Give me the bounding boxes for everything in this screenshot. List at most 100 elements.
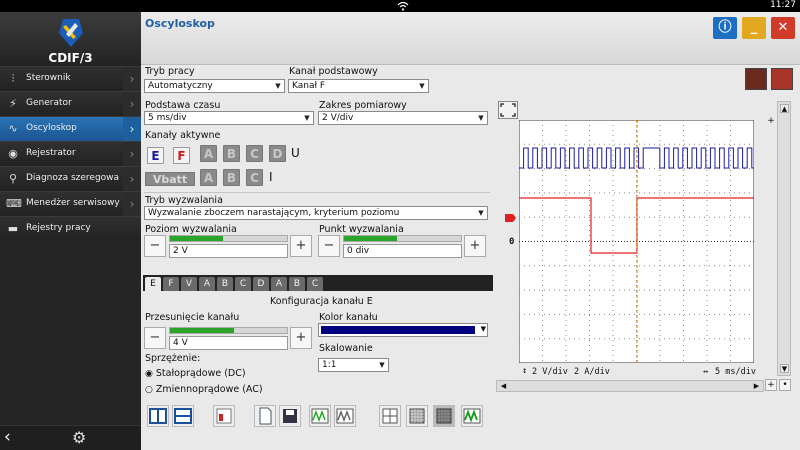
vbatt-toggle[interactable]: Vbatt	[145, 172, 195, 186]
logo-icon	[59, 19, 83, 47]
divider	[144, 192, 490, 193]
waveform-view-button[interactable]	[461, 405, 483, 427]
channel-b-toggle[interactable]: B	[223, 145, 240, 162]
range-select[interactable]: 2 V/div ▼	[318, 111, 488, 125]
scroll-down-icon[interactable]: ▼	[780, 364, 789, 373]
coupling-dc-radio[interactable]: ◉ Stałoprądowe (DC)	[145, 368, 246, 379]
keyboard-icon: ⌨	[6, 197, 22, 210]
trigger-point-plus-button[interactable]: +	[464, 235, 486, 257]
close-button[interactable]: ✕	[771, 17, 795, 39]
grid-fine-button[interactable]	[406, 405, 428, 427]
active-color-swatch[interactable]	[771, 68, 793, 90]
layout-split-h-button[interactable]	[172, 405, 194, 427]
layout-split-v-button[interactable]	[147, 405, 169, 427]
trigger-point-slider[interactable]	[343, 235, 462, 242]
channel-a-toggle[interactable]: A	[200, 145, 217, 162]
slider-fill	[170, 328, 235, 333]
radio-selected-icon: ◉	[145, 369, 153, 379]
color-select[interactable]: ▼	[318, 323, 488, 337]
info-button[interactable]: ⓘ	[713, 17, 737, 39]
voltage-group-label: U	[291, 146, 300, 160]
tab-v[interactable]: V	[181, 277, 197, 291]
chevron-right-icon: ›	[123, 67, 141, 91]
offset-slider[interactable]	[169, 327, 288, 334]
grid-dense-button[interactable]	[433, 405, 455, 427]
sidebar-item-menedzer[interactable]: ⌨ Menedżer serwisowy ›	[0, 191, 141, 216]
scroll-left-icon[interactable]: ◀	[499, 382, 508, 390]
current-b-toggle[interactable]: B	[223, 169, 240, 186]
chevron-down-icon: ▼	[419, 82, 425, 90]
split-vertical-icon	[149, 408, 167, 424]
sidebar-item-label: Rejestry pracy	[26, 223, 91, 233]
trigger-mode-select[interactable]: Wyzwalanie zboczem narastającym, kryteri…	[144, 206, 488, 220]
offset-plus-button[interactable]: +	[290, 327, 312, 349]
chevron-right-icon: ›	[123, 142, 141, 166]
open-waveform-button[interactable]	[309, 405, 331, 427]
trigger-level-plus-button[interactable]: +	[290, 235, 312, 257]
base-channel-select[interactable]: Kanał F ▼	[288, 79, 429, 93]
zoom-reset-button[interactable]: •	[779, 379, 791, 391]
grid-dense-icon	[436, 408, 452, 424]
scroll-right-icon[interactable]: ▶	[752, 382, 761, 390]
tab-current-a[interactable]: A	[271, 277, 287, 291]
sidebar-item-diagnoza[interactable]: ⚲ Diagnoza szeregowa ›	[0, 166, 141, 191]
scope-scrollbar-vertical[interactable]: ▲ ▼	[777, 101, 791, 376]
channel-d-toggle[interactable]: D	[269, 145, 286, 162]
save-icon	[283, 409, 297, 423]
sliders-icon: ⫶	[11, 72, 15, 85]
chevron-down-icon: ▼	[275, 82, 281, 90]
grid-icon	[382, 408, 398, 424]
sidebar-item-rejestry[interactable]: ▬ Rejestry pracy	[0, 216, 141, 241]
scroll-up-icon[interactable]: ▲	[780, 104, 789, 113]
readout-amps: 2 A/div	[574, 367, 610, 377]
trigger-level-marker-icon[interactable]	[505, 213, 517, 223]
timebase-select[interactable]: 5 ms/div ▼	[144, 111, 314, 125]
channel-c-toggle[interactable]: C	[246, 145, 263, 162]
offset-minus-button[interactable]: −	[144, 327, 166, 349]
back-icon[interactable]: ‹	[4, 427, 11, 447]
tab-d[interactable]: D	[253, 277, 269, 291]
slider-fill	[170, 236, 223, 241]
coupling-ac-radio[interactable]: ○ Zmiennoprądowe (AC)	[145, 384, 263, 395]
sidebar-item-generator[interactable]: ⚡ Generator ›	[0, 91, 141, 116]
tab-c[interactable]: C	[235, 277, 251, 291]
probe-icon: ⚲	[8, 172, 18, 185]
sidebar-item-oscyloskop[interactable]: ∿ Oscyloskop ›	[0, 116, 141, 141]
chevron-right-icon: ›	[123, 167, 141, 191]
mode-value: Automatyczny	[148, 81, 213, 91]
minimize-button[interactable]: _	[742, 17, 766, 39]
tab-current-b[interactable]: B	[289, 277, 305, 291]
tab-a[interactable]: A	[199, 277, 215, 291]
sidebar-item-rejestrator[interactable]: ◉ Rejestrator ›	[0, 141, 141, 166]
scope-scrollbar-horizontal[interactable]: ◀ ▶	[496, 380, 764, 392]
current-a-toggle[interactable]: A	[200, 169, 217, 186]
save-button[interactable]	[279, 405, 301, 427]
channel-e-toggle[interactable]: E	[147, 147, 164, 164]
mode-select[interactable]: Automatyczny ▼	[144, 79, 285, 93]
zoom-in-button[interactable]: +	[765, 379, 777, 391]
trend-button[interactable]	[213, 405, 235, 427]
record-color-swatch[interactable]	[745, 68, 767, 90]
channel-f-toggle[interactable]: F	[173, 147, 190, 164]
settings-gear-icon[interactable]: ⚙	[72, 428, 86, 448]
sidebar-item-sterownik[interactable]: ⫶ Sterownik ›	[0, 66, 141, 91]
trigger-level-minus-button[interactable]: −	[144, 235, 166, 257]
tab-current-c[interactable]: C	[307, 277, 323, 291]
chevron-down-icon: ▼	[478, 114, 484, 122]
tab-b[interactable]: B	[217, 277, 233, 291]
scaling-select[interactable]: 1:1 ▼	[318, 358, 389, 372]
title-bar: Oscyloskop ⓘ _ ✕	[141, 12, 800, 65]
tab-f[interactable]: F	[163, 277, 179, 291]
zoom-in-vertical-button[interactable]: +	[766, 116, 776, 126]
new-document-button[interactable]	[254, 405, 276, 427]
zero-level-label: 0	[509, 237, 515, 247]
trigger-point-minus-button[interactable]: −	[318, 235, 340, 257]
waveform-compare-icon	[336, 408, 354, 424]
fit-screen-button[interactable]	[498, 101, 518, 119]
grid-coarse-button[interactable]	[379, 405, 401, 427]
base-channel-label: Kanał podstawowy	[289, 66, 378, 77]
compare-waveform-button[interactable]	[334, 405, 356, 427]
tab-e[interactable]: E	[145, 277, 161, 291]
trigger-level-slider[interactable]	[169, 235, 288, 242]
current-c-toggle[interactable]: C	[246, 169, 263, 186]
